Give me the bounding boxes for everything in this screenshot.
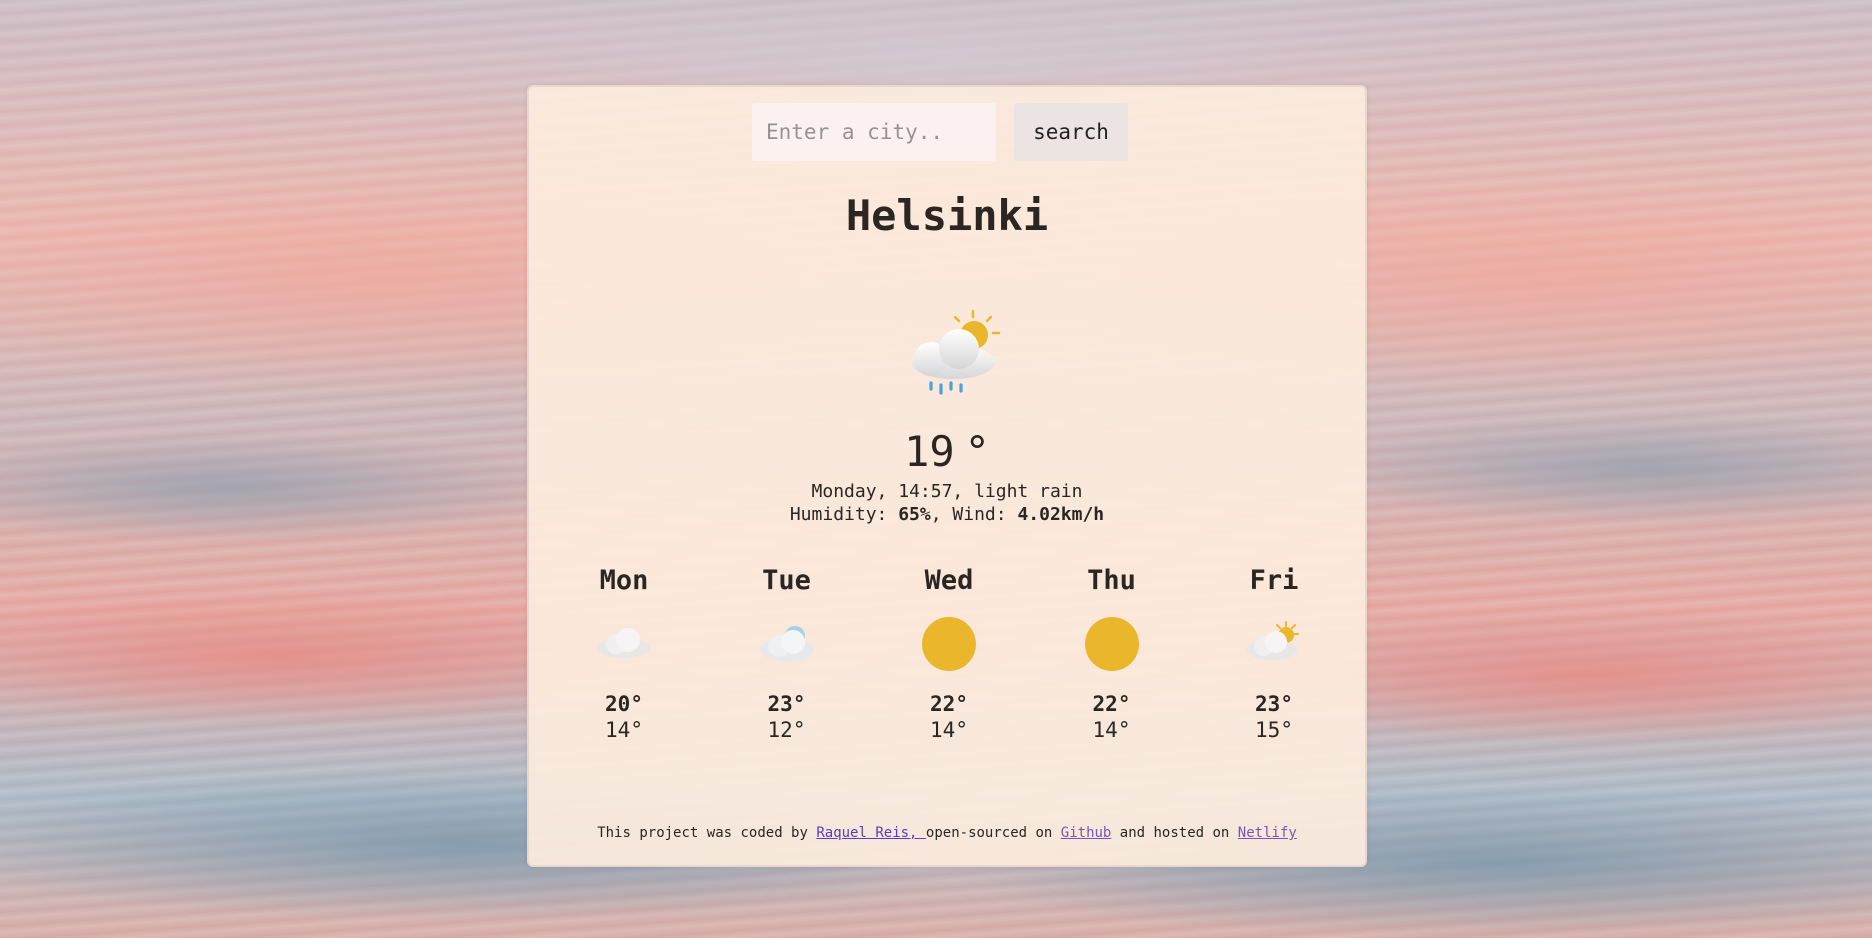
cloud-sun-icon <box>1247 621 1299 660</box>
wind-label: , Wind: <box>930 504 1018 525</box>
cloud-icon <box>759 626 814 661</box>
forecast-day-name: Mon <box>599 565 649 596</box>
forecast-low: 15° <box>1255 718 1293 742</box>
forecast-low: 14° <box>930 718 968 742</box>
search-form: search <box>529 103 1365 161</box>
forecast-day: Fri 23° 15° <box>1219 565 1329 742</box>
footer-text: open-sourced on <box>925 825 1061 841</box>
forecast-day: Thu 22° 14° <box>1057 565 1167 742</box>
temperature-value: 19 <box>904 427 955 476</box>
forecast-day-name: Wed <box>924 565 974 596</box>
current-temperature: 19 ° <box>529 427 1365 476</box>
search-button[interactable]: search <box>1014 103 1128 161</box>
forecast-day-name: Fri <box>1249 565 1299 596</box>
wind-value: 4.02km/h <box>1017 504 1105 525</box>
humidity-wind: Humidity: 65%, Wind: 4.02km/h <box>529 503 1365 526</box>
forecast-low: 14° <box>1092 718 1131 742</box>
cloud-icon <box>598 628 650 658</box>
forecast-day-name: Tue <box>762 565 811 596</box>
footer-text: and hosted on <box>1111 825 1238 841</box>
footer: This project was coded by Raquel Reis, o… <box>529 825 1365 841</box>
weather-card: search Helsinki 19° Monday, 14:57, light… <box>527 85 1367 867</box>
forecast-day: Tue 23° 12° <box>732 565 842 742</box>
forecast-low: 14° <box>605 718 643 742</box>
temperature-unit: ° <box>964 427 990 476</box>
sun-icon <box>922 617 976 671</box>
city-search-input[interactable] <box>752 103 996 161</box>
github-link[interactable]: Github <box>1061 825 1112 841</box>
author-link[interactable]: Raquel Reis, <box>816 825 926 841</box>
forecast-day: Mon 20° 14° <box>569 565 679 742</box>
forecast-day: Wed 22° 14° <box>894 565 1004 742</box>
forecast-high: 20° <box>605 692 643 716</box>
forecast-row: Mon 20° 14° Tue 23° 12° Wed 22° 14° Thu … <box>569 565 1329 742</box>
forecast-high: 23° <box>767 692 806 716</box>
humidity-label: Humidity: <box>789 504 899 525</box>
forecast-high: 22° <box>930 692 968 716</box>
cloud-rain-sun-icon <box>911 309 1001 395</box>
forecast-low: 12° <box>767 718 806 742</box>
footer-text: This project was coded by <box>597 825 817 841</box>
forecast-high: 22° <box>1092 692 1131 716</box>
day-time-description: Monday, 14:57, light rain <box>811 481 1083 502</box>
sun-icon <box>1084 617 1139 671</box>
city-name: Helsinki <box>845 191 1049 240</box>
current-details: Monday, 14:57, light rain Humidity: 65%,… <box>529 480 1365 526</box>
forecast-high: 23° <box>1255 692 1293 716</box>
humidity-value: 65% <box>898 504 931 525</box>
netlify-link[interactable]: Netlify <box>1238 825 1297 841</box>
forecast-day-name: Thu <box>1087 565 1136 596</box>
